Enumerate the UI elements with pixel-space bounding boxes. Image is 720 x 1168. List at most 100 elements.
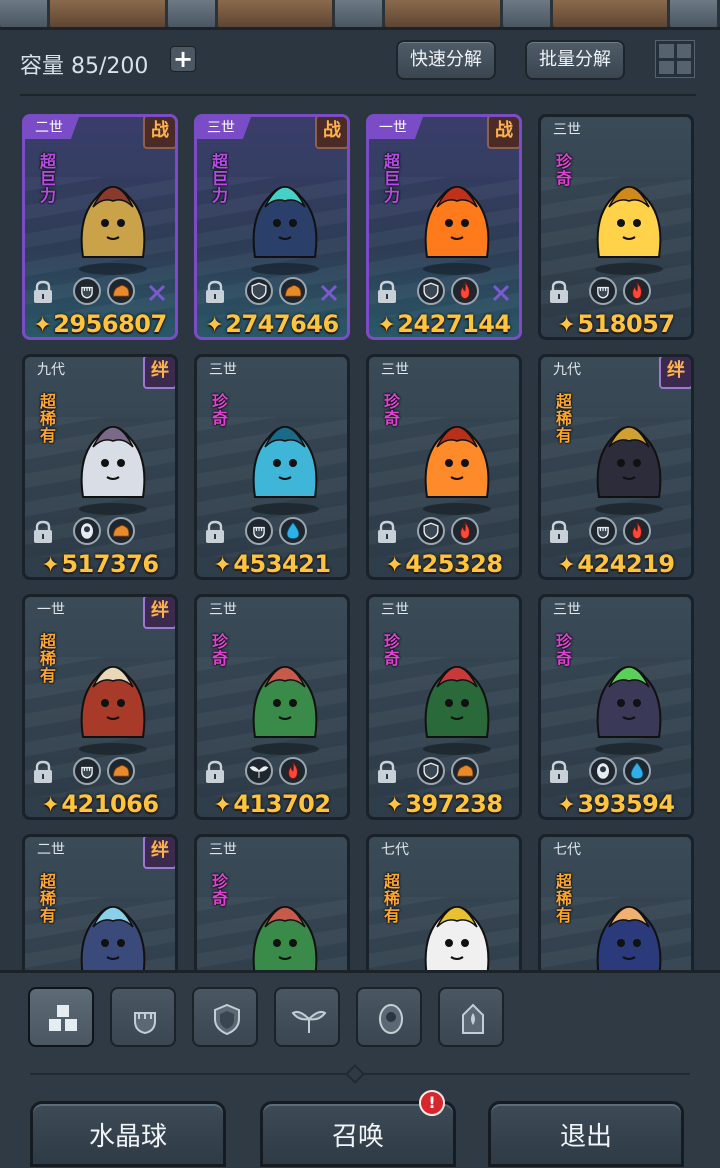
shield-icon [417,517,445,545]
fist-icon [589,277,617,305]
monster-portrait [595,666,663,755]
quick-decompose-button[interactable]: 快速分解 [396,40,496,80]
monster-portrait [79,426,147,515]
rarity-label: 超稀有 [37,393,56,444]
lock-icon[interactable] [31,759,55,785]
filter-all-tab[interactable] [28,987,94,1047]
card-icon-row [31,277,171,305]
crossed-swords-icon [148,284,166,302]
monster-card[interactable]: 二世 绊超稀有 [22,834,178,970]
monster-card[interactable]: 七代 超稀有 [366,834,522,970]
rock-icon [451,757,479,785]
monster-card[interactable]: 三世 珍奇 [194,834,350,970]
power-bolt-icon: ✦ [385,793,404,818]
exit-button[interactable]: 退出 [488,1101,684,1167]
expand-capacity-button[interactable]: + [170,46,196,72]
monster-portrait [423,186,491,275]
monster-card[interactable]: 三世 珍奇 ✦518057 [538,114,694,340]
fire-icon [623,277,651,305]
role-badge: 绊 [143,357,175,389]
power-value: ✦2427144 [377,310,511,338]
shield-icon [214,1003,240,1036]
lock-icon[interactable] [375,279,399,305]
generation-tag: 七代 [381,842,409,858]
monster-card[interactable]: 二世 战超巨力 ✦2956807 [22,114,178,340]
generation-tag: 一世 [369,117,423,139]
power-value: ✦393594 [557,790,675,818]
monster-grid[interactable]: 二世战超巨力 ✦2956807 三世战超巨力 ✦2747646 一世 战 超巨力… [0,100,720,970]
power-value: ✦413702 [213,790,331,818]
power-value: ✦453421 [213,550,331,578]
power-value: ✦2747646 [205,310,339,338]
shield-icon [417,757,445,785]
filter-eye-tab[interactable] [356,987,422,1047]
role-badge: 绊 [143,837,175,869]
generation-tag: 二世 [37,842,65,858]
monster-portrait [595,186,663,275]
generation-tag: 三世 [381,602,409,618]
monster-card[interactable]: 九代 绊超稀有 ✦517376 [22,354,178,580]
all-icon [49,1005,77,1031]
power-bolt-icon: ✦ [557,313,576,338]
bottom-panel: 水晶球 召唤 ! 退出 [0,970,720,1168]
filter-shield-tab[interactable] [192,987,258,1047]
shield-icon [417,277,445,305]
monster-card[interactable]: 三世 珍奇 ✦397238 [366,594,522,820]
lock-icon[interactable] [375,519,399,545]
crystal-ball-button[interactable]: 水晶球 [30,1101,226,1167]
top-decor-strip [0,0,720,30]
fire-icon [279,757,307,785]
rock-icon [107,757,135,785]
rock-icon [107,517,135,545]
power-value: ✦424219 [557,550,675,578]
lock-icon[interactable] [203,759,227,785]
monster-card[interactable]: 一世 绊超稀有 ✦421066 [22,594,178,820]
monster-card[interactable]: 三世 战超巨力 ✦2747646 [194,114,350,340]
monster-portrait [596,906,662,970]
monster-portrait [80,906,146,970]
monster-card[interactable]: 三世 珍奇 ✦453421 [194,354,350,580]
rarity-label: 珍奇 [553,633,572,667]
grid-view-icon[interactable] [655,40,695,78]
power-bolt-icon: ✦ [41,793,60,818]
lock-icon[interactable] [203,279,227,305]
power-bolt-icon: ✦ [557,793,576,818]
lock-icon[interactable] [547,279,571,305]
fist-icon [73,277,101,305]
filter-fist-tab[interactable] [110,987,176,1047]
power-value: ✦421066 [41,790,159,818]
monster-card[interactable]: 三世 珍奇 ✦413702 [194,594,350,820]
lock-icon[interactable] [203,519,227,545]
monster-portrait [79,666,147,755]
inventory-header: 容量 85/200 + 快速分解 批量分解 [0,30,720,92]
monster-card[interactable]: 三世 珍奇 ✦425328 [366,354,522,580]
leaf-icon [245,757,273,785]
fist-icon [73,757,101,785]
lock-icon[interactable] [375,759,399,785]
lock-icon[interactable] [31,279,55,305]
lock-icon[interactable] [547,519,571,545]
generation-tag: 三世 [197,117,251,139]
power-bolt-icon: ✦ [205,313,224,338]
card-icon-row [31,757,171,785]
monster-portrait [595,426,663,515]
crossed-swords-icon [492,284,510,302]
filter-tower-tab[interactable] [438,987,504,1047]
lock-icon[interactable] [547,759,571,785]
lock-icon[interactable] [31,519,55,545]
eye-icon [589,757,617,785]
monster-card[interactable]: 一世 战超巨力 ✦2427144 [366,114,522,340]
power-value: ✦2956807 [33,310,167,338]
filter-leaf-tab[interactable] [274,987,340,1047]
monster-card[interactable]: 七代 超稀有 [538,834,694,970]
summon-button[interactable]: 召唤 ! [260,1090,456,1167]
monster-card[interactable]: 三世 珍奇 ✦393594 [538,594,694,820]
monster-card[interactable]: 九代 绊超稀有 ✦424219 [538,354,694,580]
generation-tag: 三世 [209,842,237,858]
generation-tag: 一世 [37,602,65,618]
power-bolt-icon: ✦ [213,793,232,818]
crossed-swords-icon [320,284,338,302]
batch-decompose-button[interactable]: 批量分解 [525,40,625,80]
monster-portrait [252,906,318,970]
monster-portrait [251,666,319,755]
